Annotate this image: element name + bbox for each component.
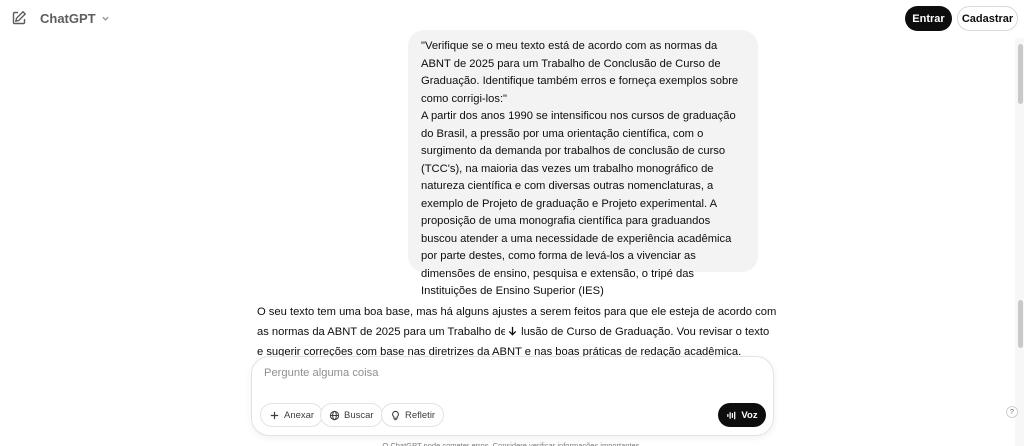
help-button[interactable]: ? bbox=[1006, 406, 1018, 418]
user-message: "Verifique se o meu texto está de acordo… bbox=[408, 30, 758, 297]
scrollbar-thumb[interactable] bbox=[1018, 44, 1023, 104]
search-button[interactable]: Buscar bbox=[320, 403, 383, 427]
login-button[interactable]: Entrar bbox=[905, 6, 952, 31]
disclaimer-note: O ChatGPT pode cometer erros. Considere … bbox=[382, 441, 642, 446]
think-label: Refletir bbox=[405, 409, 436, 421]
composer: Anexar Buscar Refletir Voz bbox=[251, 356, 774, 436]
think-button[interactable]: Refletir bbox=[381, 403, 445, 427]
voice-label: Voz bbox=[741, 409, 758, 421]
search-label: Buscar bbox=[344, 409, 374, 421]
voice-button[interactable]: Voz bbox=[718, 403, 766, 427]
attach-button[interactable]: Anexar bbox=[260, 403, 324, 427]
model-selector[interactable]: ChatGPT bbox=[40, 11, 110, 26]
scroll-to-bottom-button[interactable] bbox=[505, 323, 519, 339]
plus-icon bbox=[270, 411, 279, 419]
prompt-input[interactable] bbox=[264, 367, 744, 379]
signup-button[interactable]: Cadastrar bbox=[957, 6, 1018, 31]
brand-name: ChatGPT bbox=[40, 11, 96, 26]
scrollbar-thumb-secondary[interactable] bbox=[1018, 300, 1023, 348]
chevron-down-icon bbox=[101, 16, 109, 21]
arrow-down-icon bbox=[508, 326, 516, 336]
user-message-quote: "Verifique se o meu texto está de acordo… bbox=[421, 40, 739, 105]
lightbulb-icon bbox=[392, 410, 399, 420]
attach-label: Anexar bbox=[284, 409, 315, 421]
waveform-icon bbox=[727, 411, 736, 419]
user-message-body: A partir dos anos 1990 se intensificou n… bbox=[421, 110, 736, 297]
edit-icon[interactable] bbox=[11, 10, 27, 26]
globe-icon bbox=[329, 410, 340, 420]
